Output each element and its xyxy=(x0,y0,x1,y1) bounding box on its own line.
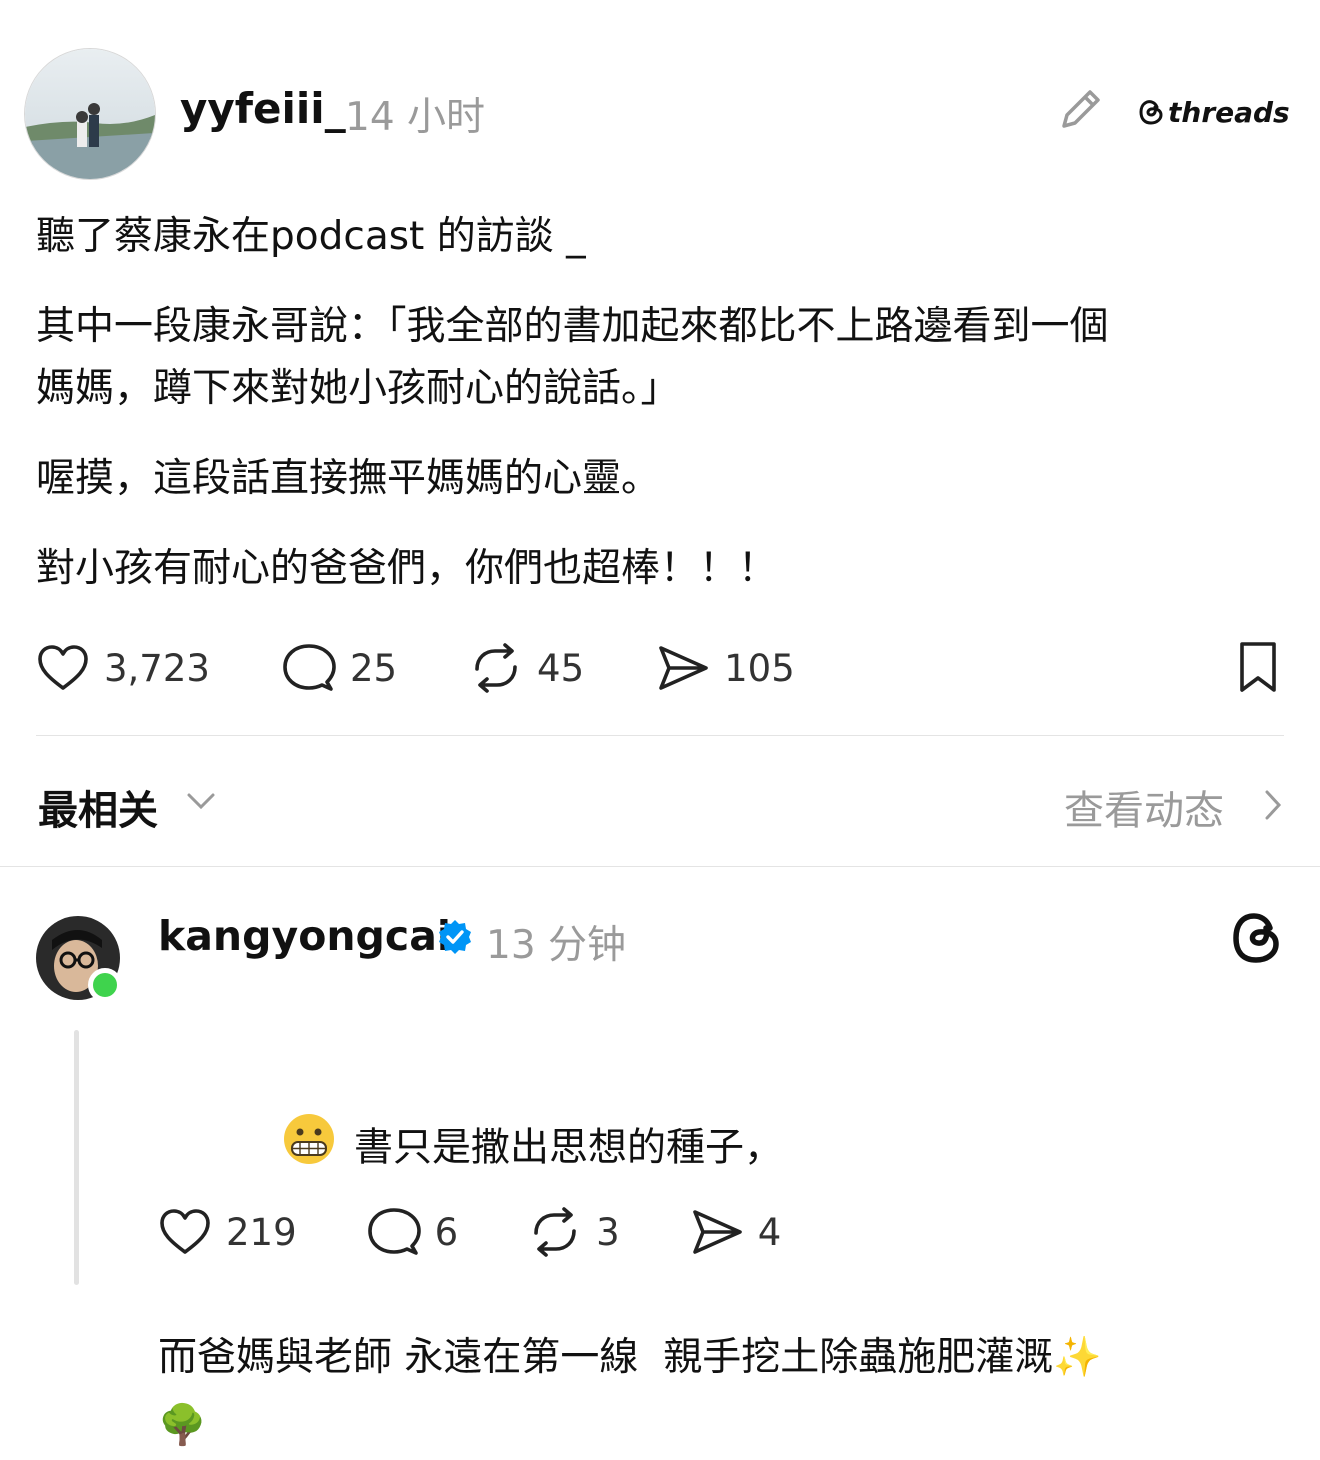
threads-logo: threads xyxy=(1138,92,1290,132)
like-button[interactable]: 3,723 xyxy=(36,643,210,693)
comment-icon xyxy=(367,1208,421,1255)
share-count: 105 xyxy=(724,646,795,690)
reply-line: 書只是撒出思想的種子， xyxy=(158,976,1278,1324)
author-avatar[interactable] xyxy=(24,48,156,180)
post-paragraph: 聽了蔡康永在podcast 的訪談 _ xyxy=(36,214,586,259)
comment-count: 25 xyxy=(349,646,398,690)
repost-button[interactable]: 45 xyxy=(469,643,584,693)
post-body: 聽了蔡康永在podcast 的訪談 _ 其中一段康永哥說：「我全部的書加起來都比… xyxy=(36,206,1286,628)
sort-dropdown-label[interactable]: 最相关 xyxy=(38,778,158,836)
heart-icon xyxy=(38,645,88,690)
sort-bar: 最相关 查看动态 xyxy=(0,770,1320,840)
reply-like-count: 219 xyxy=(226,1210,297,1254)
post-paragraph: 對小孩有耐心的爸爸們，你們也超棒！！！ xyxy=(36,546,778,591)
comment-icon xyxy=(283,644,336,691)
threads-mark-icon xyxy=(1139,100,1163,125)
chevron-right-icon[interactable] xyxy=(1262,788,1284,826)
threads-wordmark: threads xyxy=(1168,95,1290,129)
reply-share-count: 4 xyxy=(757,1210,782,1254)
share-icon xyxy=(692,1210,742,1254)
reply-actions: 219 6 3 4 xyxy=(158,1204,851,1260)
repost-icon xyxy=(534,1207,576,1257)
like-count: 3,723 xyxy=(104,646,210,690)
reply-comment-button[interactable]: 6 xyxy=(367,1206,459,1258)
share-icon xyxy=(659,646,708,690)
reply-username[interactable]: kangyongcai xyxy=(158,912,451,960)
comment-button[interactable]: 25 xyxy=(282,642,397,694)
view-activity-link[interactable]: 查看动态 xyxy=(1064,778,1224,836)
post-actions: 3,723 25 45 105 xyxy=(36,640,867,696)
verified-icon xyxy=(436,918,474,960)
reply-text-line-3: 🌳 xyxy=(158,1403,207,1448)
reply-repost-count: 3 xyxy=(596,1210,620,1254)
edit-icon[interactable] xyxy=(1054,82,1108,136)
threads-icon[interactable] xyxy=(1230,910,1284,970)
main-post: yyfeiii_ 14 小时 threads 聽了蔡康永在podcast 的訪談… xyxy=(0,0,1320,740)
bookmark-icon xyxy=(1240,642,1276,692)
chevron-down-icon[interactable] xyxy=(186,790,216,816)
reply-comment-count: 6 xyxy=(434,1210,459,1254)
post-timestamp: 14 小时 xyxy=(345,95,486,140)
reply-repost-button[interactable]: 3 xyxy=(528,1207,620,1257)
divider xyxy=(36,735,1284,736)
heart-icon xyxy=(160,1209,210,1254)
bookmark-button[interactable] xyxy=(1236,640,1280,694)
reply-text-line-1: 書只是撒出思想的種子， xyxy=(353,1125,783,1171)
post-paragraph: 喔摸，這段話直接撫平媽媽的心靈。 xyxy=(36,456,661,501)
post-paragraph: 其中一段康永哥說：「我全部的書加起來都比不上路邊看到一個 媽媽，蹲下來對她小孩耐… xyxy=(36,304,1109,411)
repost-icon xyxy=(475,643,517,693)
avatar-photo xyxy=(25,49,155,179)
repost-count: 45 xyxy=(537,646,585,690)
reply-like-button[interactable]: 219 xyxy=(158,1207,297,1257)
online-status-indicator xyxy=(88,968,122,1002)
reply-text-line-2: 而爸媽與老師 永遠在第一線 親手挖土除蟲施肥灌溉✨ xyxy=(158,1335,1102,1380)
divider xyxy=(0,866,1320,867)
reply-share-button[interactable]: 4 xyxy=(690,1207,782,1257)
thread-connector-line xyxy=(74,1030,79,1285)
author-username[interactable]: yyfeiii_ xyxy=(180,84,346,133)
share-button[interactable]: 105 xyxy=(656,643,795,693)
reply-timestamp: 13 分钟 xyxy=(486,923,627,968)
